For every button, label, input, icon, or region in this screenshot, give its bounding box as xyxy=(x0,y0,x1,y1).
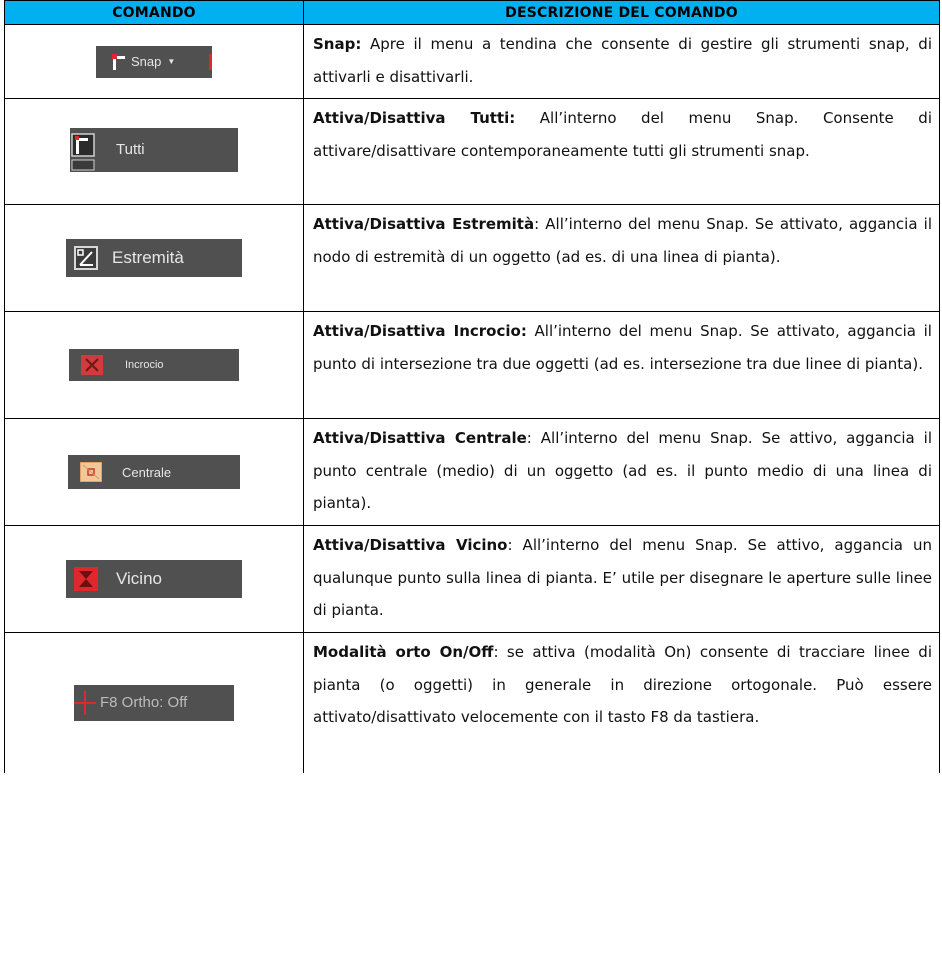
command-cell: Snap ▼ xyxy=(4,24,304,99)
table-row: Vicino Attiva/Disattiva Vicino: All’inte… xyxy=(4,525,940,633)
ortho-cross-icon xyxy=(74,690,96,715)
description-cell: Attiva/Disattiva Incrocio: All’interno d… xyxy=(303,311,940,419)
table-row: Estremità Attiva/Disattiva Estremità: Al… xyxy=(4,204,940,312)
tutti-button-label: Tutti xyxy=(116,141,145,158)
table-row: Centrale Attiva/Disattiva Centrale: All’… xyxy=(4,418,940,526)
command-name: Attiva/Disattiva Tutti: xyxy=(313,109,516,127)
estremita-button-label: Estremità xyxy=(112,248,184,267)
command-cell: Centrale xyxy=(4,418,304,526)
description-cell: Snap: Apre il menu a tendina che consent… xyxy=(303,24,940,99)
commands-table: COMANDO DESCRIZIONE DEL COMANDO Snap ▼ S… xyxy=(4,0,940,773)
ortho-toggle-button[interactable]: F8 Ortho: Off xyxy=(74,684,234,721)
command-cell: Tutti xyxy=(4,98,304,205)
description-cell: Attiva/Disattiva Vicino: All’interno del… xyxy=(303,525,940,633)
centrale-button[interactable]: Centrale xyxy=(68,455,240,489)
command-name: Attiva/Disattiva Estremità xyxy=(313,215,535,233)
description-cell: Attiva/Disattiva Centrale: All’interno d… xyxy=(303,418,940,526)
command-name: Snap: xyxy=(313,35,362,53)
vicino-button[interactable]: Vicino xyxy=(66,560,242,598)
header-command: COMANDO xyxy=(4,0,304,25)
table-row: Tutti Attiva/Disattiva Tutti: All’intern… xyxy=(4,98,940,205)
command-description: Apre il menu a tendina che consente di g… xyxy=(313,35,932,86)
incrocio-button-label: Incrocio xyxy=(125,359,164,371)
command-cell: Estremità xyxy=(4,204,304,312)
tutti-button[interactable]: Tutti xyxy=(70,127,238,172)
snap-all-icon xyxy=(71,132,95,170)
command-name: Attiva/Disattiva Vicino xyxy=(313,536,508,554)
snap-button-label: Snap xyxy=(131,54,162,69)
snap-corner-icon xyxy=(112,53,125,70)
ortho-button-label: F8 Ortho: Off xyxy=(100,694,188,712)
description-cell: Attiva/Disattiva Estremità: All’interno … xyxy=(303,204,940,312)
description-cell: Modalità orto On/Off: se attiva (modalit… xyxy=(303,632,940,773)
command-name: Attiva/Disattiva Incrocio: xyxy=(313,322,527,340)
intersection-icon xyxy=(81,355,103,375)
table-row: Snap ▼ Snap: Apre il menu a tendina che … xyxy=(4,24,940,99)
description-cell: Attiva/Disattiva Tutti: All’interno del … xyxy=(303,98,940,205)
vicino-button-label: Vicino xyxy=(116,569,162,588)
endpoint-icon xyxy=(74,246,98,270)
command-cell: Vicino xyxy=(4,525,304,633)
estremita-button[interactable]: Estremità xyxy=(66,239,242,277)
command-cell: F8 Ortho: Off xyxy=(4,632,304,773)
nearest-icon xyxy=(74,567,98,591)
header-description: DESCRIZIONE DEL COMANDO xyxy=(303,0,940,25)
table-header-row: COMANDO DESCRIZIONE DEL COMANDO xyxy=(4,0,940,25)
midpoint-icon xyxy=(80,462,102,482)
command-cell: Incrocio xyxy=(4,311,304,419)
table-row: Incrocio Attiva/Disattiva Incrocio: All’… xyxy=(4,311,940,419)
incrocio-button[interactable]: Incrocio xyxy=(69,349,239,381)
dropdown-arrow-icon: ▼ xyxy=(167,57,176,66)
command-name: Attiva/Disattiva Centrale xyxy=(313,429,527,447)
centrale-button-label: Centrale xyxy=(122,464,172,480)
snap-button[interactable]: Snap ▼ xyxy=(96,45,212,78)
command-name: Modalità orto On/Off xyxy=(313,643,494,661)
red-marker-icon xyxy=(209,53,212,70)
table-row: F8 Ortho: Off Modalità orto On/Off: se a… xyxy=(4,632,940,773)
